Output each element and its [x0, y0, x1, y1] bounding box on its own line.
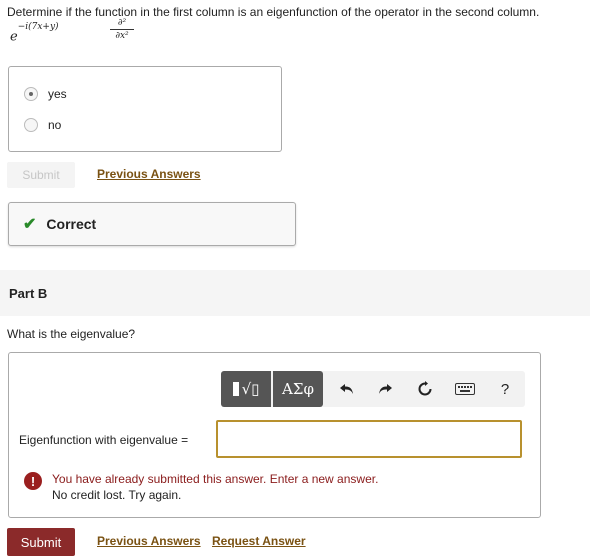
part-b-title: Part B: [9, 286, 48, 301]
part-a-question: Determine if the function in the first c…: [7, 5, 540, 19]
help-button[interactable]: ?: [495, 379, 515, 399]
input-label: Eigenfunction with eigenvalue =: [19, 433, 189, 447]
operator-numerator: ∂²: [110, 18, 134, 30]
templates-icon: [232, 382, 239, 396]
part-b-previous-answers-link[interactable]: Previous Answers: [97, 534, 201, 548]
warning-message: You have already submitted this answer. …: [52, 472, 379, 486]
part-b-header: Part B: [0, 270, 590, 316]
radio-no[interactable]: [24, 118, 38, 132]
redo-icon[interactable]: [375, 379, 395, 399]
part-b-question: What is the eigenvalue?: [7, 327, 136, 341]
choice-no-label: no: [48, 118, 62, 132]
warning-icon: !: [24, 472, 42, 490]
correct-feedback: ✔ Correct: [8, 202, 296, 246]
choice-box: yes no: [8, 66, 282, 152]
part-b-submit-button[interactable]: Submit: [7, 528, 75, 556]
choice-no[interactable]: no: [24, 116, 61, 134]
choice-yes[interactable]: yes: [24, 85, 67, 103]
choice-yes-label: yes: [48, 87, 67, 101]
eigenvalue-input[interactable]: [216, 420, 522, 458]
math-toolbar: √▯ ΑΣφ ?: [221, 371, 525, 407]
answer-box: √▯ ΑΣφ ? Eigenfunction with eigenvalue =…: [8, 352, 541, 518]
warning-note: No credit lost. Try again.: [52, 488, 182, 502]
symbols-button[interactable]: ΑΣφ: [273, 371, 323, 407]
radio-yes[interactable]: [24, 87, 38, 101]
part-a-submit-button[interactable]: Submit: [7, 162, 75, 188]
function-base: e: [10, 29, 18, 45]
keyboard-icon[interactable]: [453, 379, 477, 399]
operator-expression: ∂² ∂x²: [110, 18, 134, 41]
request-answer-link[interactable]: Request Answer: [212, 534, 306, 548]
undo-icon[interactable]: [337, 379, 357, 399]
operator-denominator: ∂x²: [115, 31, 129, 41]
function-exponent: −i(7x+y): [17, 22, 59, 32]
function-expression: e−i(7x+y): [10, 22, 59, 45]
math-row: e−i(7x+y) ∂² ∂x²: [10, 18, 210, 50]
part-a-previous-answers-link[interactable]: Previous Answers: [97, 167, 201, 181]
templates-button[interactable]: √▯: [221, 371, 271, 407]
templates-glyph: √▯: [241, 380, 260, 398]
correct-text: Correct: [46, 216, 97, 232]
reset-icon[interactable]: [415, 379, 435, 399]
checkmark-icon: ✔: [23, 216, 37, 233]
